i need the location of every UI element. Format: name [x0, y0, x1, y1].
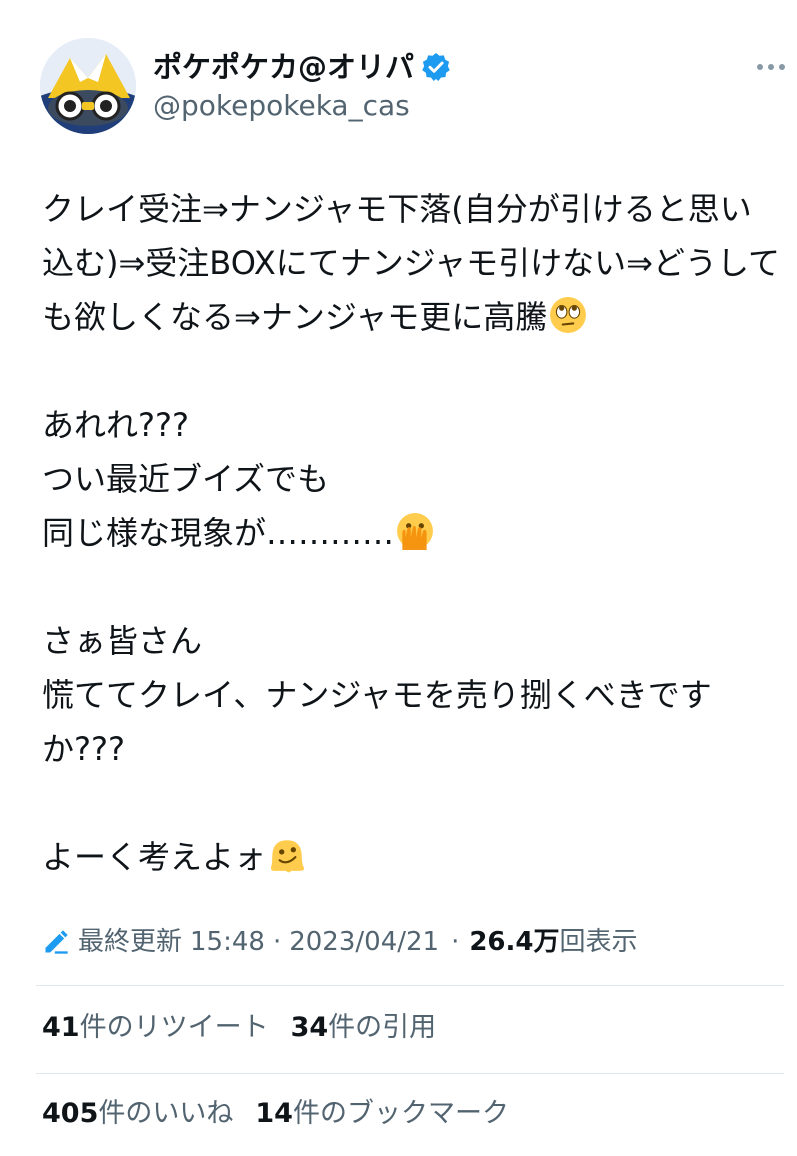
face-with-rolling-eyes-icon — [550, 297, 587, 333]
tweet-line-text: クレイ受注⇒ナンジャモ下落(自分が引けると思い込む)⇒受注BOXにてナンジャモ引… — [42, 190, 781, 336]
tweet-paragraph: よーく考えよォ — [42, 830, 782, 884]
display-name-text: ポケポケカ@オリパ — [153, 50, 415, 84]
tweet-line: つい最近ブイズでも — [42, 460, 330, 498]
tweet-meta: 最終更新 15:48 · 2023/04/21 · 26.4万 回表示 — [42, 920, 638, 964]
avatar[interactable] — [40, 38, 136, 134]
display-name[interactable]: ポケポケカ@オリパ — [153, 48, 452, 86]
more-options-icon[interactable] — [756, 62, 786, 72]
tweet-text: クレイ受注⇒ナンジャモ下落(自分が引けると思い込む)⇒受注BOXにてナンジャモ引… — [42, 182, 782, 884]
divider — [36, 985, 784, 986]
pokemon-avatar-icon — [40, 38, 136, 134]
divider — [36, 1073, 784, 1074]
separator: · — [451, 927, 460, 957]
likes-count: 405 — [42, 1098, 99, 1129]
tweet-line-text: よーく考えよォ — [42, 838, 267, 876]
tweet-date[interactable]: 2023/04/21 — [289, 920, 439, 964]
tweet-line: クレイ受注⇒ナンジャモ下落(自分が引けると思い込む)⇒受注BOXにてナンジャモ引… — [42, 182, 782, 344]
bookmarks-count: 14 — [255, 1098, 293, 1129]
tweet-paragraph: あれれ??? つい最近ブイズでも 同じ様な現象が………… — [42, 398, 782, 560]
tweet-line: 同じ様な現象が………… — [42, 506, 782, 560]
tweet-paragraph: クレイ受注⇒ナンジャモ下落(自分が引けると思い込む)⇒受注BOXにてナンジャモ引… — [42, 182, 782, 344]
stats-row-engagement: 405件のいいね 14件のブックマーク — [42, 1092, 531, 1136]
separator: · — [272, 927, 282, 957]
quotes-count: 34 — [290, 1012, 329, 1043]
views-count: 26.4万 — [469, 927, 560, 957]
tweet-line: あれれ??? — [42, 406, 189, 444]
quotes-stat[interactable]: 34件の引用 — [291, 1006, 437, 1050]
pencil-edit-icon[interactable] — [42, 928, 70, 956]
retweets-count: 41 — [42, 1012, 80, 1043]
melting-face-icon — [270, 840, 305, 873]
bookmarks-label: 件のブックマーク — [292, 1098, 509, 1129]
likes-label: 件のいいね — [98, 1098, 234, 1129]
tweet-header: ポケポケカ@オリパ @pokepokeka_cas — [40, 38, 797, 134]
tweet-time[interactable]: 15:48 — [190, 920, 265, 964]
verified-badge-icon — [422, 53, 450, 81]
views-label: 回表示 — [559, 927, 638, 957]
tweet-line-text: 同じ様な現象が………… — [42, 514, 395, 552]
tweet-paragraph: さぁ皆さん 慌ててクレイ、ナンジャモを売り捌くべきですか??? — [42, 614, 782, 776]
last-edited-label[interactable]: 最終更新 — [78, 920, 182, 964]
tweet-line: さぁ皆さん — [42, 622, 203, 660]
quotes-label: 件の引用 — [328, 1012, 437, 1043]
face-with-open-eyes-and-hand-over-mouth-icon — [397, 513, 433, 550]
likes-stat[interactable]: 405件のいいね — [42, 1092, 233, 1136]
tweet-line: よーく考えよォ — [42, 830, 782, 884]
stats-row-shares: 41件のリツイート 34件の引用 — [42, 1006, 458, 1050]
retweets-label: 件のリツイート — [79, 1012, 269, 1043]
tweet-line: 慌ててクレイ、ナンジャモを売り捌くべきですか??? — [42, 676, 712, 768]
user-handle[interactable]: @pokepokeka_cas — [153, 88, 410, 124]
bookmarks-stat[interactable]: 14件のブックマーク — [255, 1092, 509, 1136]
retweets-stat[interactable]: 41件のリツイート — [42, 1006, 269, 1050]
